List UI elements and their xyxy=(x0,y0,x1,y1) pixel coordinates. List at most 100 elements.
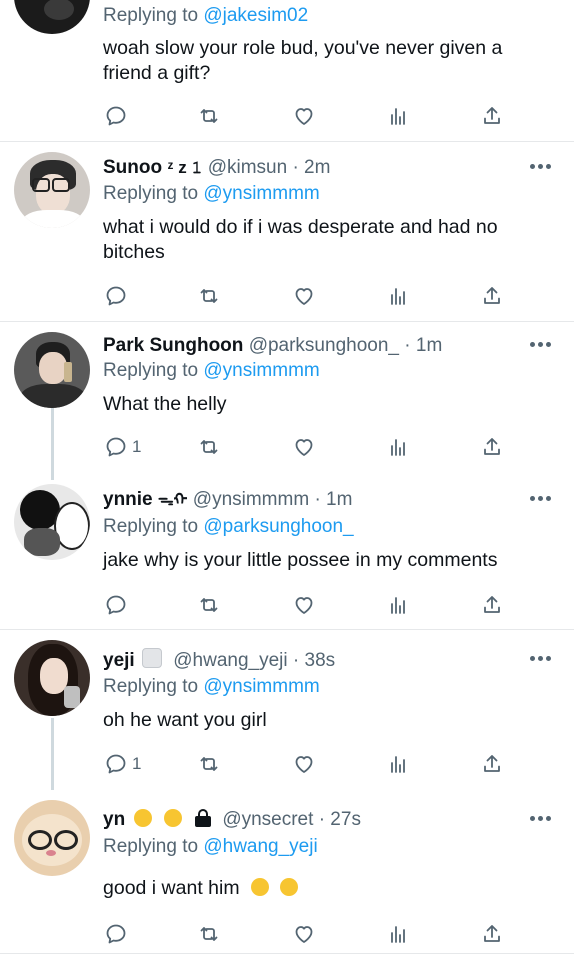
action-bar xyxy=(0,282,574,310)
user-handle[interactable]: @kimsun xyxy=(208,157,287,178)
reply-button[interactable] xyxy=(104,920,132,948)
reply-button[interactable]: 1 xyxy=(104,750,141,778)
avatar[interactable] xyxy=(14,332,90,408)
retweet-icon xyxy=(197,284,221,308)
reply-icon xyxy=(104,284,128,308)
reply-button[interactable] xyxy=(104,102,132,130)
share-icon xyxy=(480,922,504,946)
divider xyxy=(0,953,574,954)
tweet-text: what i would do if i was desperate and h… xyxy=(103,216,498,263)
display-name[interactable]: Sunoo xyxy=(103,157,162,178)
analytics-icon xyxy=(386,593,410,617)
timestamp[interactable]: · 27s xyxy=(319,809,361,830)
analytics-button[interactable] xyxy=(386,920,410,948)
like-button[interactable] xyxy=(292,102,316,130)
tweet-yn[interactable]: yn @ynsecret · 27s Replying to @hwang_ye… xyxy=(0,790,574,960)
timestamp[interactable]: · 2m xyxy=(292,157,330,178)
user-handle[interactable]: @parksunghoon_ xyxy=(249,335,399,356)
share-icon xyxy=(480,104,504,128)
avatar[interactable] xyxy=(14,800,90,876)
replying-handle-link[interactable]: @hwang_yeji xyxy=(203,836,317,857)
retweet-button[interactable] xyxy=(197,920,221,948)
display-name[interactable]: Park Sunghoon xyxy=(103,335,243,356)
tweet-text: woah slow your role bud, you've never gi… xyxy=(103,37,503,84)
more-icon[interactable] xyxy=(530,496,552,504)
replying-handle-link[interactable]: @ynsimmmm xyxy=(203,360,319,381)
display-name[interactable]: ynnie xyxy=(103,489,153,510)
tweet-header: Park Sunghoon @parksunghoon_ · 1m xyxy=(103,334,442,358)
share-button[interactable] xyxy=(480,591,504,619)
user-handle[interactable]: @ynsecret xyxy=(222,809,313,830)
reply-count: 1 xyxy=(132,437,142,456)
retweet-icon xyxy=(197,752,221,776)
like-button[interactable] xyxy=(292,750,316,778)
tweet-ynnie[interactable]: ynnie ᯓᡣ @ynsimmmm · 1m Replying to @par… xyxy=(0,480,574,630)
retweet-button[interactable] xyxy=(197,591,221,619)
more-icon[interactable] xyxy=(530,816,552,824)
action-bar xyxy=(0,920,574,948)
like-button[interactable] xyxy=(292,433,316,461)
share-button[interactable] xyxy=(480,920,504,948)
display-name[interactable]: yn xyxy=(103,809,125,830)
reply-icon xyxy=(104,104,128,128)
tweet-yeji[interactable]: yeji @hwang_yeji · 38s Replying to @ynsi… xyxy=(0,630,574,790)
reply-count: 1 xyxy=(132,754,142,773)
analytics-button[interactable] xyxy=(386,591,410,619)
name-emoji: ᶻ z 𝟷 xyxy=(167,158,203,177)
replying-to: Replying to @jakesim02 xyxy=(103,5,309,26)
avatar[interactable] xyxy=(14,0,90,34)
share-button[interactable] xyxy=(480,282,504,310)
replying-handle-link[interactable]: @jakesim02 xyxy=(203,5,308,26)
reply-button[interactable] xyxy=(104,591,132,619)
avatar[interactable] xyxy=(14,484,90,560)
tweet-text: good i want him xyxy=(103,876,553,901)
more-icon[interactable] xyxy=(530,656,552,664)
replying-handle-link[interactable]: @ynsimmmm xyxy=(203,676,319,697)
timestamp[interactable]: · 1m xyxy=(314,489,352,510)
avatar[interactable] xyxy=(14,152,90,228)
replying-handle-link[interactable]: @ynsimmmm xyxy=(203,183,319,204)
display-name[interactable]: yeji xyxy=(103,650,135,671)
analytics-button[interactable] xyxy=(386,282,410,310)
replying-to: Replying to @hwang_yeji xyxy=(103,836,318,857)
analytics-icon xyxy=(386,922,410,946)
like-icon xyxy=(292,593,316,617)
reply-icon xyxy=(104,593,128,617)
retweet-icon xyxy=(197,593,221,617)
avatar[interactable] xyxy=(14,640,90,716)
like-button[interactable] xyxy=(292,920,316,948)
tweet-header: ynnie ᯓᡣ @ynsimmmm · 1m xyxy=(103,488,352,513)
retweet-button[interactable] xyxy=(197,282,221,310)
user-handle[interactable]: @hwang_yeji xyxy=(173,650,287,671)
face-emoji-icon xyxy=(134,809,153,827)
more-icon[interactable] xyxy=(530,164,552,172)
analytics-button[interactable] xyxy=(386,750,410,778)
retweet-button[interactable] xyxy=(197,750,221,778)
retweet-button[interactable] xyxy=(197,433,221,461)
reply-button[interactable]: 1 xyxy=(104,433,141,461)
name-emoji: ᯓᡣ xyxy=(157,492,188,509)
timestamp[interactable]: · 1m xyxy=(404,335,442,356)
tweet-park-sunghoon[interactable]: Park Sunghoon @parksunghoon_ · 1m Replyi… xyxy=(0,322,574,480)
share-button[interactable] xyxy=(480,750,504,778)
share-icon xyxy=(480,435,504,459)
share-icon xyxy=(480,593,504,617)
like-button[interactable] xyxy=(292,282,316,310)
tweet-sunoo[interactable]: Sunoo ᶻ z 𝟷 @kimsun · 2m Replying to @yn… xyxy=(0,142,574,322)
timestamp[interactable]: · 38s xyxy=(293,650,335,671)
reply-button[interactable] xyxy=(104,282,132,310)
replying-handle-link[interactable]: @parksunghoon_ xyxy=(203,516,353,537)
like-icon xyxy=(292,104,316,128)
tweet-text: jake why is your little possee in my com… xyxy=(103,549,498,571)
retweet-button[interactable] xyxy=(197,102,221,130)
share-button[interactable] xyxy=(480,102,504,130)
analytics-button[interactable] xyxy=(386,102,410,130)
retweet-icon xyxy=(197,104,221,128)
tweet-jake-reply[interactable]: Replying to @jakesim02 woah slow your ro… xyxy=(0,0,574,142)
user-handle[interactable]: @ynsimmmm xyxy=(193,489,309,510)
share-button[interactable] xyxy=(480,433,504,461)
analytics-button[interactable] xyxy=(386,433,410,461)
replying-to: Replying to @ynsimmmm xyxy=(103,360,320,381)
like-button[interactable] xyxy=(292,591,316,619)
more-icon[interactable] xyxy=(530,342,552,350)
